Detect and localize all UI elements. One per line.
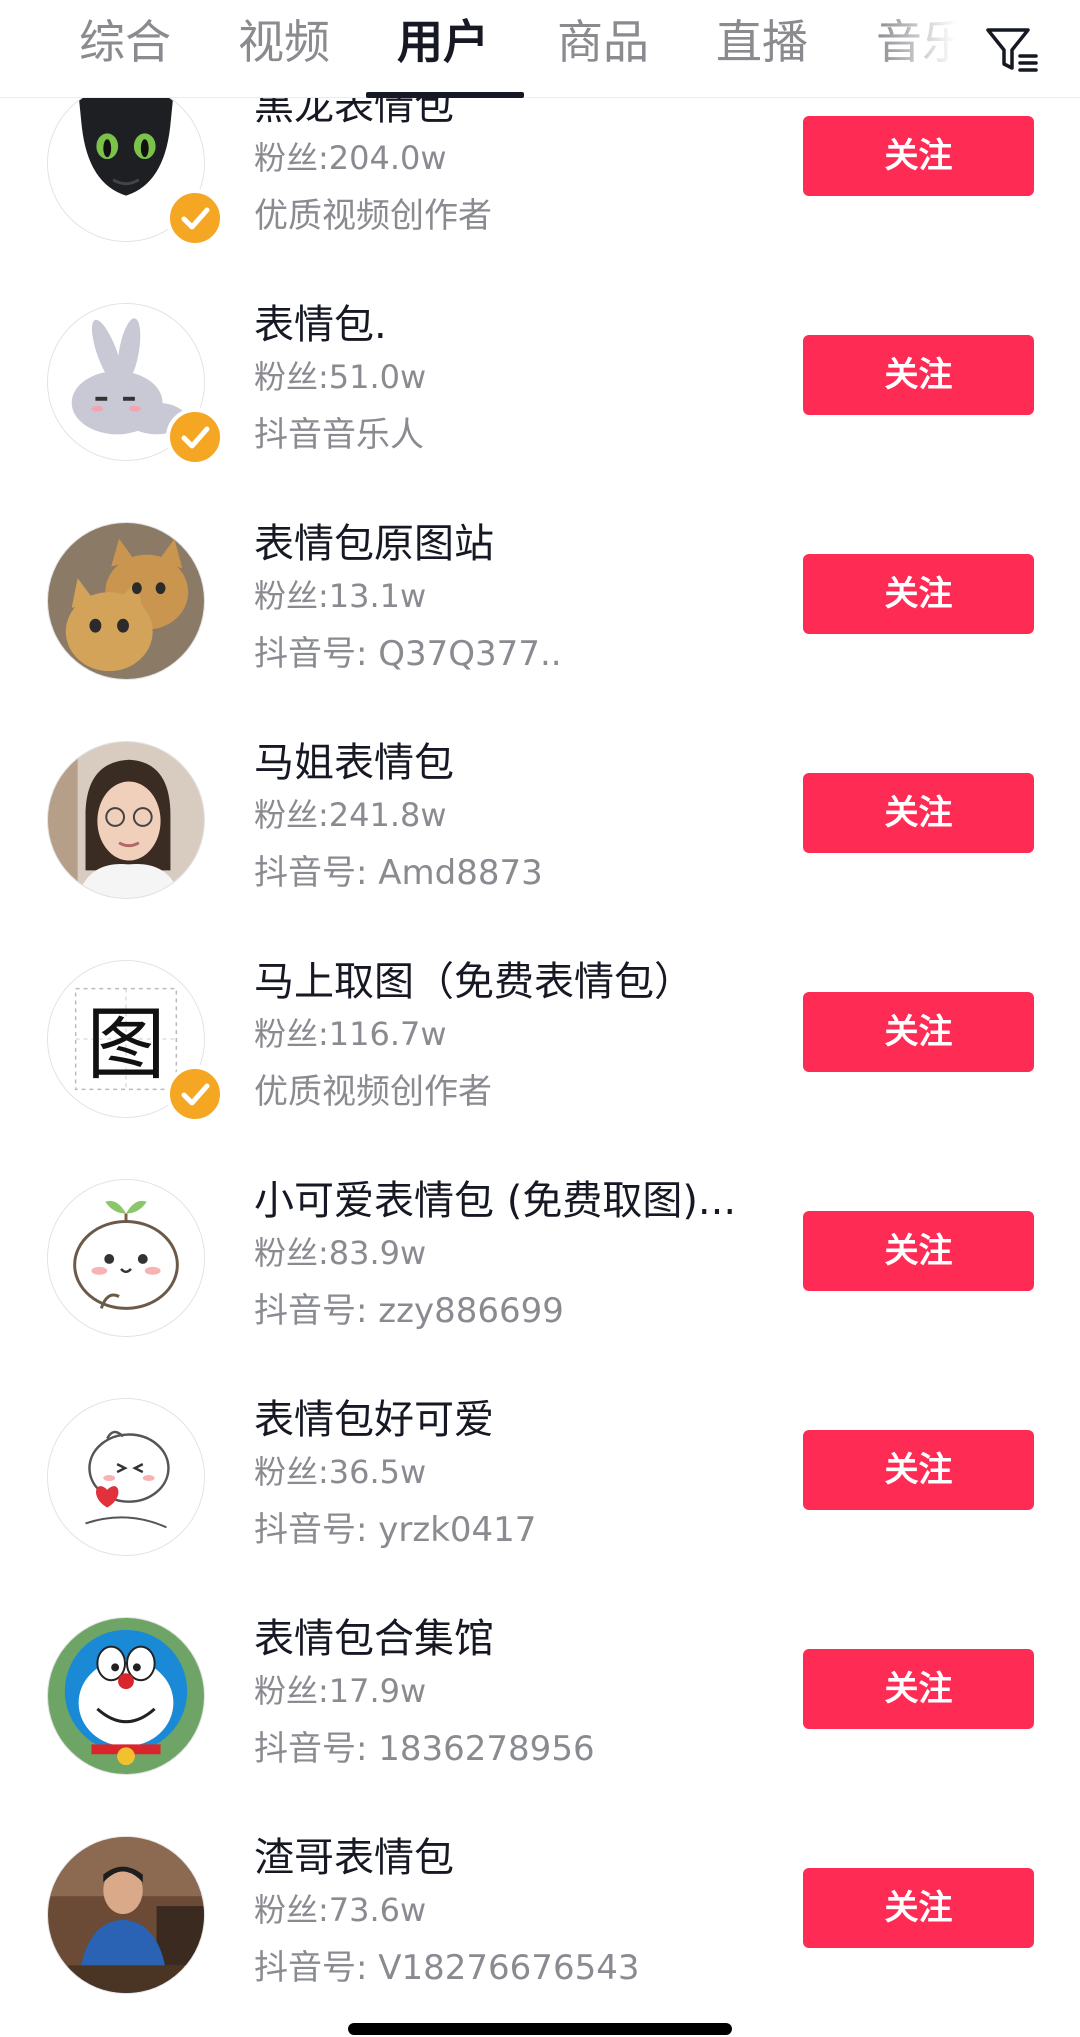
follower-count: 粉丝:83.9w <box>254 1234 427 1272</box>
follow-button[interactable]: 关注 <box>803 335 1034 415</box>
user-description: 抖音号: Amd8873 <box>254 853 543 893</box>
user-row[interactable]: 黑龙表情包 粉丝:204.0w 优质视频创作者 关注 <box>0 76 1080 295</box>
tab-videos[interactable]: 视频 <box>238 0 330 98</box>
follow-button[interactable]: 关注 <box>803 116 1034 196</box>
user-name[interactable]: 表情包原图站 <box>254 516 774 572</box>
user-row[interactable]: 表情包合集馆 粉丝:17.9w 抖音号: 1836278956 关注 <box>0 1609 1080 1828</box>
search-results-page: 黑龙表情包 粉丝:204.0w 优质视频创作者 关注 表情包. 粉丝:51.0w… <box>0 0 1080 2037</box>
bun-heart-avatar[interactable] <box>47 1398 205 1556</box>
follow-button[interactable]: 关注 <box>803 773 1034 853</box>
active-tab-indicator <box>366 92 524 98</box>
user-name[interactable]: 表情包好可爱 <box>254 1392 774 1448</box>
user-name[interactable]: 马上取图（免费表情包） <box>254 954 774 1010</box>
follow-button[interactable]: 关注 <box>803 1649 1034 1729</box>
cats-photo-avatar[interactable] <box>47 522 205 680</box>
tab-overflow-fade <box>875 0 970 96</box>
woman-photo-avatar[interactable] <box>47 741 205 899</box>
verified-check-icon <box>166 408 224 466</box>
user-row[interactable]: 渣哥表情包 粉丝:73.6w 抖音号: V18276676543 关注 <box>0 1828 1080 2037</box>
user-description: 抖音号: 1836278956 <box>254 1729 595 1769</box>
doraemon-avatar[interactable] <box>47 1617 205 1775</box>
tu-character-text: 图 <box>87 999 166 1091</box>
user-description: 优质视频创作者 <box>254 1072 492 1112</box>
filter-icon[interactable] <box>976 14 1046 84</box>
tab-all[interactable]: 综合 <box>79 0 171 98</box>
user-name[interactable]: 马姐表情包 <box>254 735 774 791</box>
user-row[interactable]: 表情包原图站 粉丝:13.1w 抖音号: Q37Q377.. 关注 <box>0 514 1080 733</box>
user-description: 抖音号: yrzk0417 <box>254 1510 537 1550</box>
tab-users[interactable]: 用户 <box>397 0 489 98</box>
user-name[interactable]: 小可爱表情包 (免费取图)... <box>254 1173 774 1229</box>
follower-count: 粉丝:204.0w <box>254 139 447 177</box>
man-photo-avatar[interactable] <box>47 1836 205 1994</box>
user-description: 抖音号: Q37Q377.. <box>254 634 562 674</box>
user-name[interactable]: 表情包. <box>254 297 774 353</box>
follow-button[interactable]: 关注 <box>803 554 1034 634</box>
user-row[interactable]: 表情包好可爱 粉丝:36.5w 抖音号: yrzk0417 关注 <box>0 1390 1080 1609</box>
sprout-bun-avatar[interactable] <box>47 1179 205 1337</box>
follower-count: 粉丝:241.8w <box>254 796 447 834</box>
follow-button[interactable]: 关注 <box>803 1430 1034 1510</box>
follower-count: 粉丝:36.5w <box>254 1453 427 1491</box>
user-row[interactable]: 小可爱表情包 (免费取图)... 粉丝:83.9w 抖音号: zzy886699… <box>0 1171 1080 1390</box>
follower-count: 粉丝:13.1w <box>254 577 427 615</box>
home-indicator[interactable] <box>348 2023 732 2035</box>
category-tab-bar: 综合 视频 用户 商品 直播 音乐 <box>0 0 1080 98</box>
user-description: 优质视频创作者 <box>254 196 492 236</box>
user-row[interactable]: 表情包. 粉丝:51.0w 抖音音乐人 关注 <box>0 295 1080 514</box>
tab-products[interactable]: 商品 <box>557 0 649 98</box>
verified-check-icon <box>166 1065 224 1123</box>
user-row[interactable]: 图 马上取图（免费表情包） 粉丝:116.7w 优质视频创作者 关注 <box>0 952 1080 1171</box>
user-name[interactable]: 渣哥表情包 <box>254 1830 774 1886</box>
follower-count: 粉丝:17.9w <box>254 1672 427 1710</box>
follower-count: 粉丝:51.0w <box>254 358 427 396</box>
follower-count: 粉丝:116.7w <box>254 1015 447 1053</box>
user-description: 抖音号: V18276676543 <box>254 1948 640 1988</box>
verified-check-icon <box>166 189 224 247</box>
follower-count: 粉丝:73.6w <box>254 1891 427 1929</box>
follow-button[interactable]: 关注 <box>803 1868 1034 1948</box>
user-row[interactable]: 马姐表情包 粉丝:241.8w 抖音号: Amd8873 关注 <box>0 733 1080 952</box>
tab-live[interactable]: 直播 <box>716 0 808 98</box>
follow-button[interactable]: 关注 <box>803 1211 1034 1291</box>
follow-button[interactable]: 关注 <box>803 992 1034 1072</box>
user-name[interactable]: 表情包合集馆 <box>254 1611 774 1667</box>
user-description: 抖音号: zzy886699 <box>254 1291 564 1331</box>
user-description: 抖音音乐人 <box>254 415 424 455</box>
